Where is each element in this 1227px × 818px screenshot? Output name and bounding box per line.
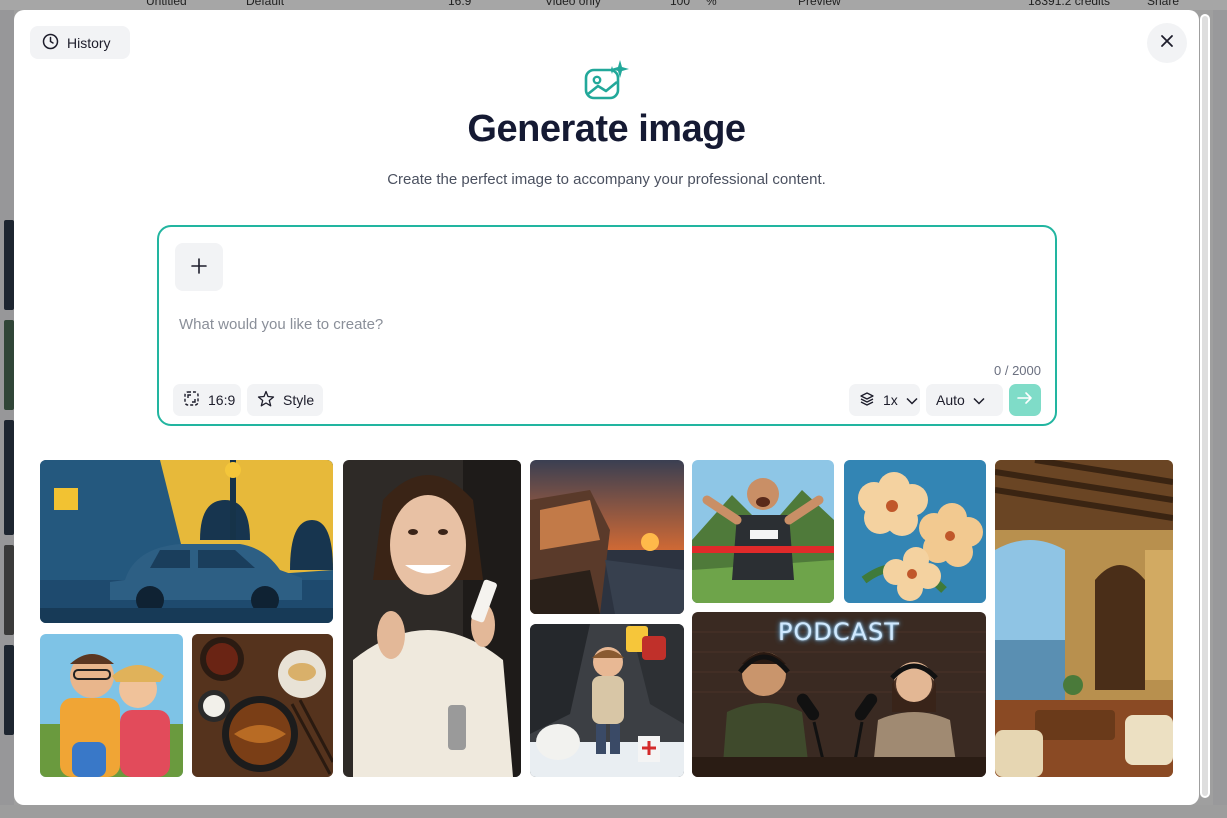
aspect-ratio-icon: [183, 390, 200, 410]
podcast-neon-sign: PODCAST: [778, 618, 900, 646]
chevron-down-icon: [973, 392, 985, 408]
gallery-image-vintage-car[interactable]: [40, 460, 333, 623]
arrow-right-icon: [1017, 391, 1033, 410]
layers-icon: [859, 391, 875, 410]
scrollbar-track[interactable]: [1202, 16, 1208, 796]
style-icon: [257, 390, 275, 410]
character-counter: 0 / 2000: [994, 363, 1041, 378]
image-sparkle-icon: [582, 58, 632, 104]
add-attachment-button[interactable]: [175, 243, 223, 291]
close-button[interactable]: [1147, 23, 1187, 63]
gallery-image-coastal-sunset[interactable]: [530, 460, 684, 614]
gallery-image-hibiscus-painting[interactable]: [844, 460, 986, 603]
page-subtitle: Create the perfect image to accompany yo…: [387, 171, 826, 188]
gallery-image-woman-skincare[interactable]: [343, 460, 521, 777]
model-label: Auto: [936, 392, 965, 408]
aspect-ratio-label: 16:9: [208, 392, 236, 408]
history-label: History: [67, 34, 111, 51]
page-title: Generate image: [467, 108, 746, 150]
generate-image-modal: History Generate image Create the perfec…: [14, 10, 1199, 805]
close-icon: [1160, 34, 1174, 53]
gallery-image-cartoon-family[interactable]: [40, 634, 183, 777]
modal-scrollbar[interactable]: [1200, 14, 1210, 798]
generate-submit-button[interactable]: [1009, 384, 1041, 416]
gallery-image-runner-finish[interactable]: [692, 460, 834, 603]
gallery-image-mediterranean-villa[interactable]: [995, 460, 1173, 777]
plus-icon: [191, 253, 207, 281]
style-label: Style: [283, 392, 315, 408]
prompt-input[interactable]: [179, 311, 1039, 337]
image-count-label: 1x: [883, 392, 898, 408]
gallery-image-noodle-dishes[interactable]: [192, 634, 333, 777]
gallery-image-winter-explorer[interactable]: [530, 624, 684, 777]
gallery-image-podcast-studio[interactable]: PODCAST: [692, 612, 986, 777]
chevron-down-icon: [906, 392, 918, 408]
history-button[interactable]: History: [30, 26, 130, 59]
clock-icon: [42, 33, 59, 53]
image-count-select[interactable]: 1x: [849, 384, 920, 416]
prompt-panel: 0 / 2000 16:9 Style 1x Auto: [157, 225, 1057, 426]
aspect-ratio-button[interactable]: 16:9: [173, 384, 241, 416]
model-select[interactable]: Auto: [926, 384, 1003, 416]
style-button[interactable]: Style: [247, 384, 323, 416]
